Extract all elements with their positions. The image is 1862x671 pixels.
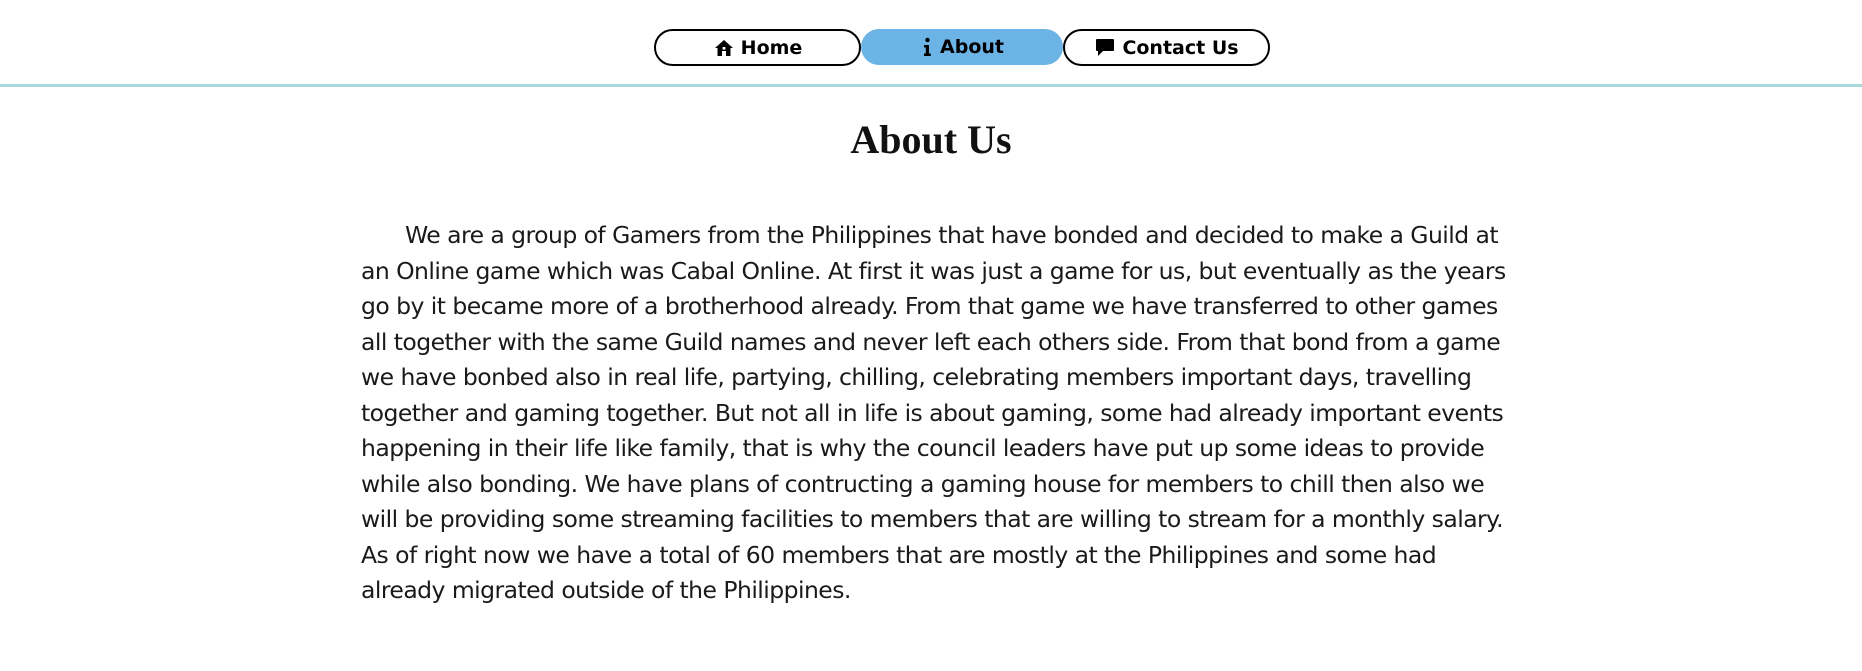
nav-home-button[interactable]: Home <box>654 29 861 66</box>
nav-about-button[interactable]: About <box>861 29 1063 65</box>
info-icon <box>920 36 934 58</box>
nav-contact-label: Contact Us <box>1122 36 1239 59</box>
top-navigation: Home About Contact Us <box>0 0 1862 87</box>
chat-bubble-icon <box>1094 37 1116 59</box>
about-paragraph: We are a group of Gamers from the Philip… <box>361 221 1506 604</box>
page-title: About Us <box>850 117 1012 162</box>
home-icon <box>713 37 735 59</box>
nav-contact-button[interactable]: Contact Us <box>1063 29 1270 66</box>
nav-home-label: Home <box>740 36 803 59</box>
nav-about-label: About <box>940 36 1004 58</box>
